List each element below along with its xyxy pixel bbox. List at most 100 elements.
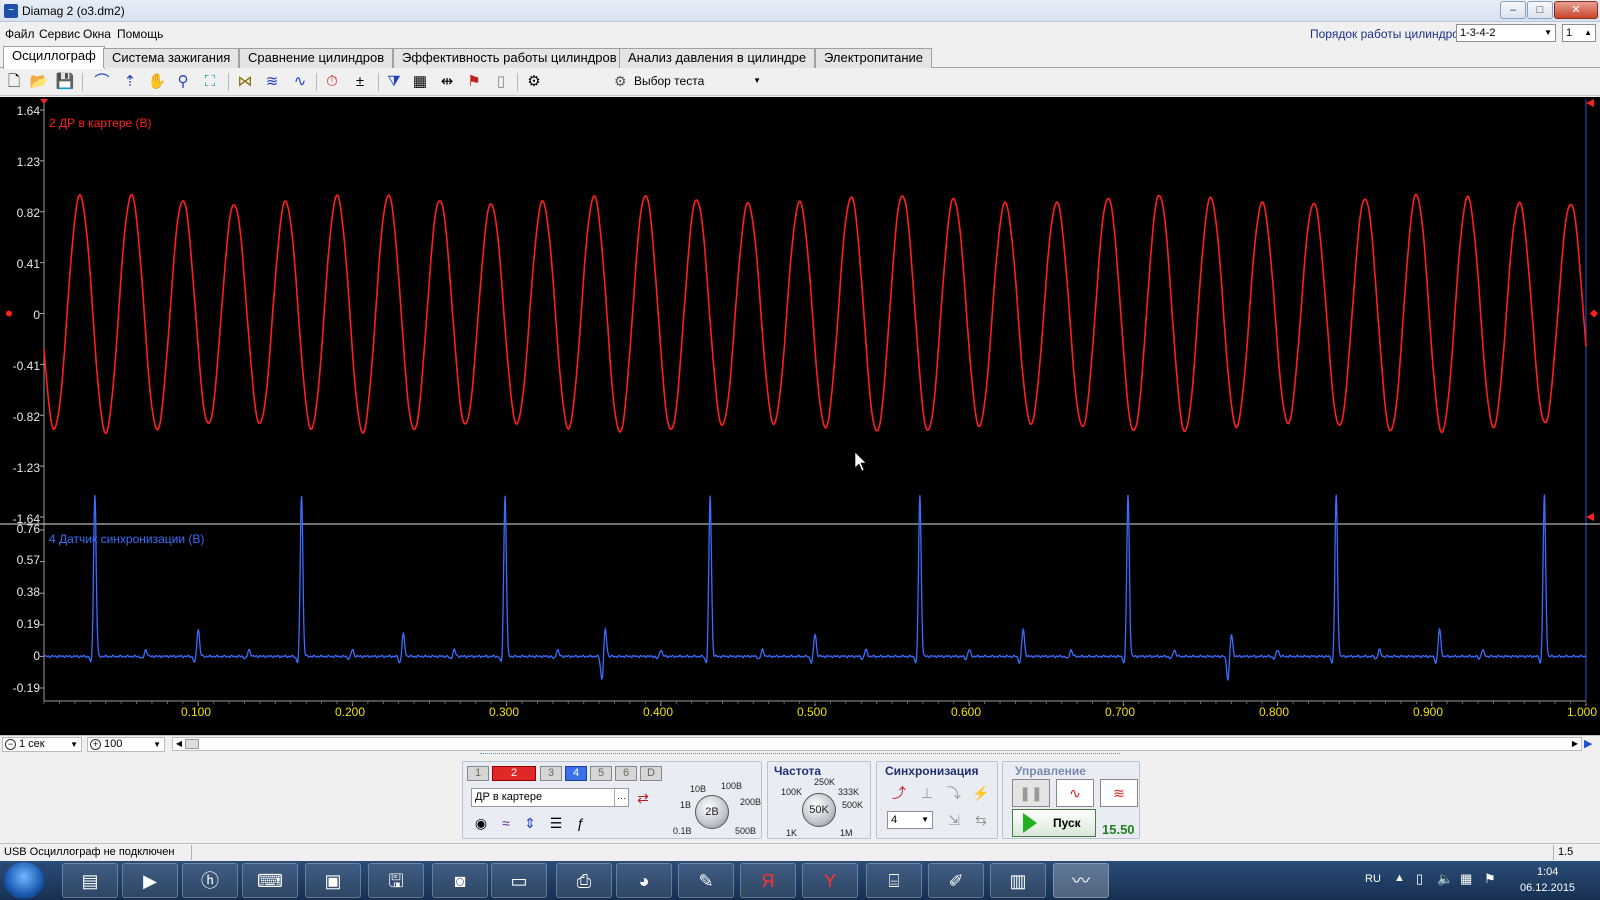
- channel-icon[interactable]: ⌒: [92, 72, 112, 92]
- marker-icon[interactable]: ⋈: [235, 72, 255, 92]
- explorer-icon[interactable]: ▤: [62, 863, 118, 898]
- status-divider: [191, 845, 192, 860]
- filter-icon[interactable]: ≋: [262, 72, 282, 92]
- filter-channel-icon[interactable]: ⧩: [384, 72, 404, 92]
- channel-d-button[interactable]: D: [640, 766, 662, 781]
- volt-knob[interactable]: 2В: [695, 795, 729, 829]
- tab-power-supply[interactable]: Электропитание: [815, 48, 932, 68]
- menu-service[interactable]: Сервис: [39, 27, 80, 41]
- menu-windows[interactable]: Окна: [83, 27, 111, 41]
- start-button[interactable]: [4, 862, 44, 899]
- tab-oscilloscope[interactable]: Осциллограф: [3, 46, 105, 69]
- minimize-button[interactable]: –: [1500, 1, 1526, 19]
- pause-button[interactable]: ❚❚: [1012, 779, 1050, 807]
- new-file-icon[interactable]: 🗋: [4, 72, 24, 92]
- scrollbar-thumb[interactable]: [185, 739, 199, 749]
- tab-cylinder-comparison[interactable]: Сравнение цилиндров: [239, 48, 394, 68]
- swap-channel-icon[interactable]: ⇄: [633, 789, 653, 807]
- notes-icon[interactable]: ✎: [678, 863, 734, 898]
- clock-time[interactable]: 1:04: [1537, 866, 1558, 878]
- horizontal-scrollbar[interactable]: ◀ ▶: [172, 737, 1582, 751]
- close-button[interactable]: ✕: [1554, 1, 1598, 19]
- diamag-task-icon[interactable]: 〰: [1053, 863, 1109, 898]
- cylinder-order-select[interactable]: 1-3-4-2 ▼: [1456, 24, 1556, 42]
- fit-icon[interactable]: ⛶: [200, 72, 220, 92]
- level-up-icon[interactable]: ⊥: [917, 784, 937, 802]
- auto-icon[interactable]: ⏱: [322, 72, 342, 92]
- hand-icon[interactable]: ✋: [147, 72, 167, 92]
- hp-icon[interactable]: ⓗ: [182, 863, 238, 898]
- media-player-icon[interactable]: ▶: [122, 863, 178, 898]
- oscilloscope-plot[interactable]: [0, 97, 1600, 735]
- run-button[interactable]: Пуск: [1012, 809, 1096, 837]
- expand-icon[interactable]: ⇲: [944, 811, 964, 829]
- sine-mode-button[interactable]: ∿: [1056, 779, 1094, 807]
- save-icon[interactable]: 💾: [55, 72, 75, 92]
- menu-file[interactable]: Файл: [5, 27, 35, 41]
- flag-icon[interactable]: ⚑: [464, 72, 484, 92]
- timebase-select[interactable]: − 1 сек ▼: [2, 737, 82, 752]
- volume-icon[interactable]: 🔈: [1437, 871, 1453, 887]
- channel-4-button[interactable]: 4: [565, 766, 587, 781]
- tray-expand-icon[interactable]: ▲: [1394, 872, 1405, 884]
- document-icon[interactable]: ▯: [491, 72, 511, 92]
- channel-1-button[interactable]: 1: [467, 766, 489, 781]
- scroll-right-icon[interactable]: ▶: [1569, 738, 1581, 750]
- firefox-icon[interactable]: ◕: [616, 863, 672, 898]
- channel-name-field[interactable]: ДР в картере …: [471, 788, 629, 807]
- clock-date[interactable]: 06.12.2015: [1520, 882, 1575, 894]
- frequency-knob[interactable]: 50K: [802, 793, 836, 827]
- kmplayer-icon[interactable]: ◙: [432, 863, 488, 898]
- lines-icon[interactable]: ☰: [546, 814, 566, 832]
- flag-tray-icon[interactable]: ⚑: [1484, 871, 1496, 887]
- oscilloscope-area[interactable]: 1.64 1.23 0.82 0.41 0 -0.41 -0.82 -1.23 …: [0, 97, 1600, 735]
- contract-icon[interactable]: ⇆: [971, 811, 991, 829]
- yandex-browser-icon[interactable]: Y: [802, 863, 858, 898]
- pencil-icon[interactable]: ✐: [928, 863, 984, 898]
- vertical-scale-icon[interactable]: ⇕: [520, 814, 540, 832]
- printer-icon[interactable]: ⎙: [556, 863, 612, 898]
- open-folder-icon[interactable]: 📂: [29, 72, 49, 92]
- scroll-left-icon[interactable]: ◀: [173, 738, 185, 750]
- measure-icon[interactable]: ⇹: [437, 72, 457, 92]
- rising-edge-icon[interactable]: ⤴: [889, 784, 909, 802]
- falling-edge-icon[interactable]: ⤵: [944, 784, 964, 802]
- zero-icon[interactable]: ±: [350, 72, 370, 92]
- overlay-icon[interactable]: ∿: [290, 72, 310, 92]
- channel-6-button[interactable]: 6: [615, 766, 637, 781]
- tab-pressure-analysis[interactable]: Анализ давления в цилиндре: [619, 48, 816, 68]
- floppy-icon[interactable]: 🖫: [368, 863, 424, 898]
- channel-2-button[interactable]: 2: [492, 766, 536, 781]
- auto-settings-icon[interactable]: ⚙: [524, 72, 544, 92]
- language-indicator[interactable]: RU: [1365, 873, 1381, 885]
- eye-icon[interactable]: ◉: [471, 814, 491, 832]
- channel-5-button[interactable]: 5: [590, 766, 612, 781]
- zoom-select[interactable]: + 100 ▼: [87, 737, 165, 752]
- yandex-icon[interactable]: Я: [740, 863, 796, 898]
- menu-help[interactable]: Помощь: [117, 27, 163, 41]
- trigger-icon[interactable]: ⚡: [971, 784, 991, 802]
- channel-name-value: ДР в картере: [475, 791, 543, 803]
- media-classic-icon[interactable]: ▣: [305, 863, 361, 898]
- fax-icon[interactable]: ⌸: [866, 863, 922, 898]
- battery-icon[interactable]: ▯: [1416, 871, 1423, 887]
- maximize-button[interactable]: □: [1527, 1, 1553, 19]
- scanner-icon[interactable]: ▭: [491, 863, 547, 898]
- zoom-icon[interactable]: ⚲: [173, 72, 193, 92]
- test-select[interactable]: ⚙ Выбор теста ▼: [610, 72, 765, 92]
- channel-3-button[interactable]: 3: [540, 766, 562, 781]
- invert-icon[interactable]: ≈: [496, 814, 516, 832]
- multi-wave-button[interactable]: ≋: [1100, 779, 1138, 807]
- sync-channel-select[interactable]: 4 ▼: [887, 811, 933, 829]
- device-icon[interactable]: ▥: [990, 863, 1046, 898]
- table-icon[interactable]: ▦: [410, 72, 430, 92]
- cursor-icon[interactable]: ⇡: [120, 72, 140, 92]
- tab-ignition-system[interactable]: Система зажигания: [103, 48, 240, 68]
- more-icon[interactable]: …: [614, 789, 628, 806]
- keyboard-icon[interactable]: ⌨: [242, 863, 298, 898]
- cylinder-number-spinner[interactable]: 1 ▲: [1562, 24, 1596, 42]
- network-icon[interactable]: ▦: [1460, 871, 1472, 887]
- function-icon[interactable]: ƒ: [570, 814, 590, 832]
- tab-cylinder-efficiency[interactable]: Эффективность работы цилиндров: [393, 48, 626, 68]
- play-forward-icon[interactable]: ▶: [1584, 737, 1598, 751]
